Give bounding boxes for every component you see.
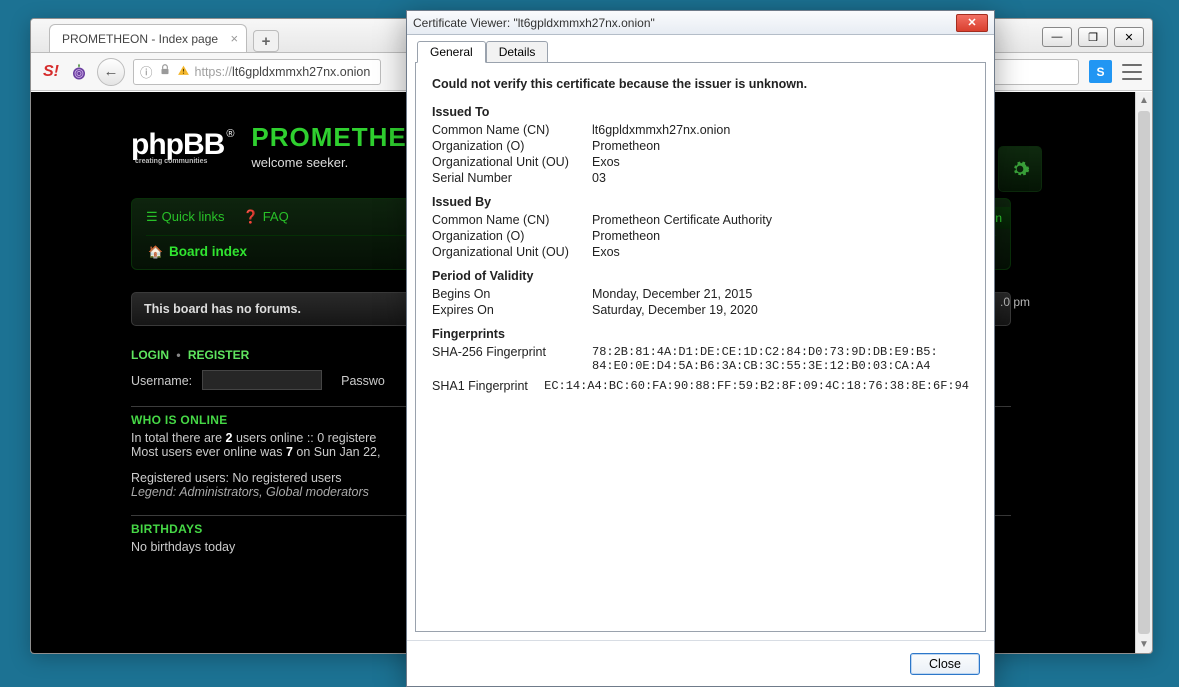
sha1-fingerprint: EC:14:A4:BC:60:FA:90:88:FF:59:B2:8F:09:4… [544, 379, 969, 393]
login-heading[interactable]: LOGIN [131, 348, 169, 362]
tab-general[interactable]: General [417, 41, 486, 63]
tab-details[interactable]: Details [486, 41, 549, 63]
dialog-titlebar: Certificate Viewer: "lt6gpldxmmxh27nx.on… [407, 11, 994, 35]
settings-gear-button[interactable] [998, 146, 1042, 192]
vertical-scrollbar[interactable]: ▲ ▼ [1135, 92, 1152, 653]
window-minimize-button[interactable]: — [1042, 27, 1072, 47]
register-link[interactable]: REGISTER [188, 348, 249, 362]
scroll-up-icon[interactable]: ▲ [1136, 92, 1152, 109]
list-icon: ☰ [146, 209, 158, 224]
cert-error-message: Could not verify this certificate becaus… [432, 77, 969, 91]
faq-link[interactable]: ❓FAQ [243, 209, 289, 225]
hamburger-menu-icon[interactable] [1122, 64, 1142, 80]
issued-by-group: Issued By Common Name (CN)Prometheon Cer… [432, 195, 969, 259]
validity-begins: Monday, December 21, 2015 [592, 287, 969, 301]
issued-by-o: Prometheon [592, 229, 969, 243]
back-button[interactable]: ← [97, 58, 125, 86]
board-index-link[interactable]: Board index [169, 244, 247, 259]
warning-triangle-icon [177, 64, 190, 80]
tab-title: PROMETHEON - Index page [62, 32, 218, 46]
url-bar[interactable]: ⓘ https://lt6gpldxmmxh27nx.onion [133, 59, 381, 85]
scroll-thumb[interactable] [1138, 111, 1150, 634]
cert-tabs: General Details [415, 41, 986, 63]
issued-by-ou: Exos [592, 245, 969, 259]
dialog-close-button[interactable]: ✕ [956, 14, 988, 32]
password-label: Passwo [341, 374, 385, 388]
issued-to-cn: lt6gpldxmmxh27nx.onion [592, 123, 969, 137]
username-label: Username: [131, 374, 192, 388]
help-icon: ❓ [243, 209, 259, 224]
issued-by-cn: Prometheon Certificate Authority [592, 213, 969, 227]
issued-to-group: Issued To Common Name (CN)lt6gpldxmmxh27… [432, 105, 969, 185]
dialog-title: Certificate Viewer: "lt6gpldxmmxh27nx.on… [413, 16, 956, 30]
new-tab-button[interactable]: + [253, 30, 279, 52]
issued-to-o: Prometheon [592, 139, 969, 153]
dialog-footer: Close [407, 640, 994, 686]
fingerprints-group: Fingerprints SHA-256 Fingerprint 78:2B:8… [432, 327, 969, 393]
tor-onion-icon[interactable] [69, 63, 89, 81]
identity-info-icon[interactable]: ⓘ [140, 62, 153, 81]
legend-administrators[interactable]: Administrators [179, 485, 259, 499]
cert-panel-general: Could not verify this certificate becaus… [415, 62, 986, 632]
validity-expires: Saturday, December 19, 2020 [592, 303, 969, 317]
lock-warning-icon[interactable] [158, 63, 172, 80]
close-button[interactable]: Close [910, 653, 980, 675]
certificate-viewer-dialog: Certificate Viewer: "lt6gpldxmmxh27nx.on… [406, 10, 995, 687]
username-input[interactable] [202, 370, 322, 390]
browser-tab[interactable]: PROMETHEON - Index page × [49, 24, 247, 52]
phpbb-logo: phpBB® creating communities [131, 128, 233, 165]
quick-links-menu[interactable]: ☰Quick links [146, 209, 225, 225]
url-host: lt6gpldxmmxh27nx.onion [232, 65, 370, 79]
current-time: .0 pm [1000, 295, 1030, 309]
home-icon: 🏠 [148, 245, 163, 259]
scroll-down-icon[interactable]: ▼ [1136, 636, 1152, 653]
stumble-icon[interactable]: S! [41, 63, 61, 81]
window-maximize-button[interactable]: ❐ [1078, 27, 1108, 47]
skype-icon[interactable]: S [1089, 60, 1112, 83]
sha256-fingerprint: 78:2B:81:4A:D1:DE:CE:1D:C2:84:D0:73:9D:D… [592, 345, 969, 373]
tab-close-icon[interactable]: × [230, 31, 238, 46]
window-controls: — ❐ ✕ [1042, 27, 1144, 47]
issued-to-ou: Exos [592, 155, 969, 169]
validity-group: Period of Validity Begins OnMonday, Dece… [432, 269, 969, 317]
issued-to-sn: 03 [592, 171, 969, 185]
window-close-button[interactable]: ✕ [1114, 27, 1144, 47]
url-scheme: https:// [195, 65, 233, 79]
legend-global-moderators[interactable]: Global moderators [266, 485, 369, 499]
